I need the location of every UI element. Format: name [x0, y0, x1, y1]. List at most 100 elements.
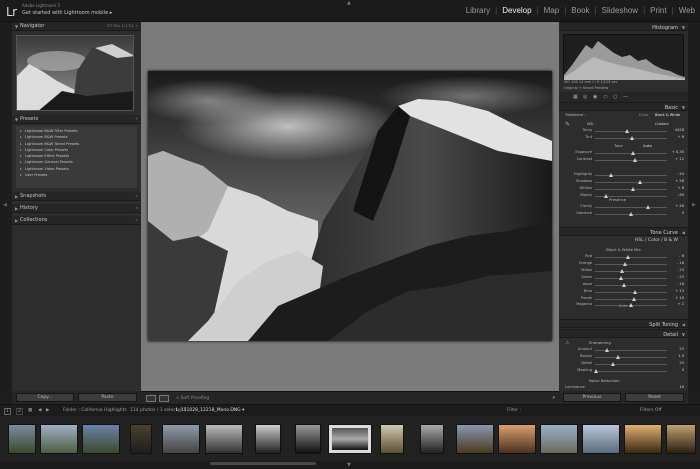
previous-button[interactable]: Previous: [563, 393, 621, 402]
add-preset-icon[interactable]: +: [135, 117, 138, 121]
slider-track[interactable]: [595, 356, 667, 358]
slider-row[interactable]: Blue + 13: [559, 289, 688, 295]
slider-knob[interactable]: [626, 254, 631, 259]
slider-knob[interactable]: [632, 296, 637, 301]
spot-removal-icon[interactable]: ◎: [583, 94, 587, 100]
slider-knob[interactable]: [645, 204, 650, 209]
tone-curve-header[interactable]: Tone Curve ◀: [559, 227, 688, 236]
page-1-button[interactable]: 1: [4, 408, 11, 415]
add-collection-icon[interactable]: +: [135, 218, 138, 222]
eyedropper-icon[interactable]: ✎: [565, 121, 570, 128]
slider-knob[interactable]: [604, 193, 609, 198]
before-after-icon[interactable]: [159, 395, 169, 402]
slider-value[interactable]: - 25: [677, 275, 684, 279]
navigator-header[interactable]: ▼ Navigator FIT FILL 1:1 3:1 ÷: [12, 22, 141, 31]
slider-row[interactable]: Detail 25: [559, 361, 688, 367]
collapse-right-panel-icon[interactable]: ▶: [692, 202, 696, 208]
activity-center-task[interactable]: Get started with Lightroom mobile ▸: [22, 10, 112, 16]
collections-header[interactable]: ▶ Collections +: [12, 216, 141, 225]
clear-history-icon[interactable]: ×: [135, 206, 138, 210]
slider-row[interactable]: Shadows + 26: [559, 179, 688, 185]
red-eye-icon[interactable]: ◉: [593, 94, 597, 100]
module-print[interactable]: Print: [645, 6, 671, 15]
slider-value[interactable]: 25: [679, 361, 684, 365]
grid-view-icon[interactable]: ▦: [28, 408, 32, 413]
slider-value[interactable]: 1.0: [678, 354, 684, 358]
filmstrip-thumbnail[interactable]: [82, 424, 120, 454]
hsl-color-bw-tabs[interactable]: HSL / Color / B & W: [635, 238, 678, 243]
filmstrip-thumbnail[interactable]: [8, 424, 36, 454]
slider-knob[interactable]: [631, 186, 636, 191]
preset-folder[interactable]: User Presets: [16, 172, 137, 179]
crop-tool-icon[interactable]: ▦: [573, 94, 578, 100]
slider-track[interactable]: [595, 370, 667, 372]
slider-row[interactable]: Clarity + 48: [559, 204, 688, 210]
collapse-left-panel-icon[interactable]: ◀: [3, 202, 7, 208]
slider-knob[interactable]: [630, 150, 635, 155]
slider-value[interactable]: + 8: [678, 186, 684, 190]
slider-value[interactable]: 0: [682, 368, 684, 372]
slider-value[interactable]: - 23: [677, 268, 684, 272]
slider-knob[interactable]: [604, 347, 609, 352]
navigator-preview[interactable]: [16, 35, 134, 111]
slider-row[interactable]: Green - 25: [559, 275, 688, 281]
slider-knob[interactable]: [632, 289, 637, 294]
slider-track[interactable]: [595, 130, 667, 132]
slider-knob[interactable]: [593, 368, 598, 373]
treatment-color[interactable]: Color: [639, 113, 648, 117]
back-arrow-icon[interactable]: ◀: [38, 408, 41, 413]
slider-knob[interactable]: [622, 282, 627, 287]
filmstrip-thumbnail-selected[interactable]: [328, 424, 372, 454]
auto-tone-button[interactable]: Auto: [643, 143, 652, 148]
slider-value[interactable]: - 6: [679, 254, 684, 258]
slider-value[interactable]: - 18: [677, 282, 684, 286]
slider-knob[interactable]: [616, 354, 621, 359]
slider-value[interactable]: - 69: [677, 193, 684, 197]
folder-source[interactable]: Folder : California Highlights: [63, 408, 127, 413]
slider-value[interactable]: - 16: [677, 261, 684, 265]
filmstrip-thumbnail[interactable]: [162, 424, 200, 454]
slider-knob[interactable]: [624, 128, 629, 133]
histogram-header[interactable]: Histogram ▼: [559, 22, 688, 31]
loupe-view-icon[interactable]: [146, 395, 156, 402]
slider-knob[interactable]: [632, 157, 637, 162]
module-book[interactable]: Book: [566, 6, 594, 15]
slider-knob[interactable]: [622, 261, 627, 266]
copy-button[interactable]: Copy...: [16, 393, 74, 402]
slider-track[interactable]: [595, 277, 667, 279]
forward-arrow-icon[interactable]: ▶: [46, 408, 49, 413]
slider-row[interactable]: Amount 25: [559, 347, 688, 353]
slider-value[interactable]: 4428: [675, 128, 684, 132]
slider-row[interactable]: Masking 0: [559, 368, 688, 374]
history-header[interactable]: ▶ History ×: [12, 204, 141, 213]
slider-row[interactable]: Aqua - 18: [559, 282, 688, 288]
filmstrip-thumbnail[interactable]: [420, 424, 444, 454]
collapse-top-panel-icon[interactable]: ▲: [347, 0, 351, 6]
toolbar-menu-icon[interactable]: ▾: [552, 395, 555, 401]
slider-row[interactable]: Whites + 8: [559, 186, 688, 192]
selected-filename[interactable]: L_151028_12218_Mono.DNG ▾: [176, 408, 244, 413]
filmstrip-thumbnail[interactable]: [205, 424, 243, 454]
presets-header[interactable]: ▼ Presets +: [12, 115, 141, 124]
slider-value[interactable]: + 6: [678, 135, 684, 139]
snapshots-header[interactable]: ▶ Snapshots +: [12, 192, 141, 201]
module-develop[interactable]: Develop: [497, 6, 536, 15]
right-panel-strip[interactable]: ▶: [688, 22, 700, 391]
module-map[interactable]: Map: [539, 6, 565, 15]
slider-value[interactable]: + 13: [675, 289, 684, 293]
filmstrip-thumbnail[interactable]: [380, 424, 404, 454]
slider-row[interactable]: Tint + 6: [559, 135, 688, 141]
slider-track[interactable]: [595, 181, 667, 183]
slider-knob[interactable]: [619, 275, 624, 280]
page-2-button[interactable]: 2: [16, 408, 23, 415]
basic-header[interactable]: Basic ▼: [559, 102, 688, 111]
slider-track[interactable]: [595, 298, 667, 300]
collapse-filmstrip-icon[interactable]: ▼: [347, 462, 351, 468]
slider-track[interactable]: [595, 284, 667, 286]
bw-auto-button[interactable]: Auto: [619, 304, 627, 308]
slider-row[interactable]: Contrast + 12: [559, 157, 688, 163]
slider-track[interactable]: [595, 263, 667, 265]
adjustment-brush-icon[interactable]: —: [623, 94, 628, 100]
filmstrip-thumbnail[interactable]: [540, 424, 578, 454]
filmstrip-thumbnail[interactable]: [624, 424, 662, 454]
